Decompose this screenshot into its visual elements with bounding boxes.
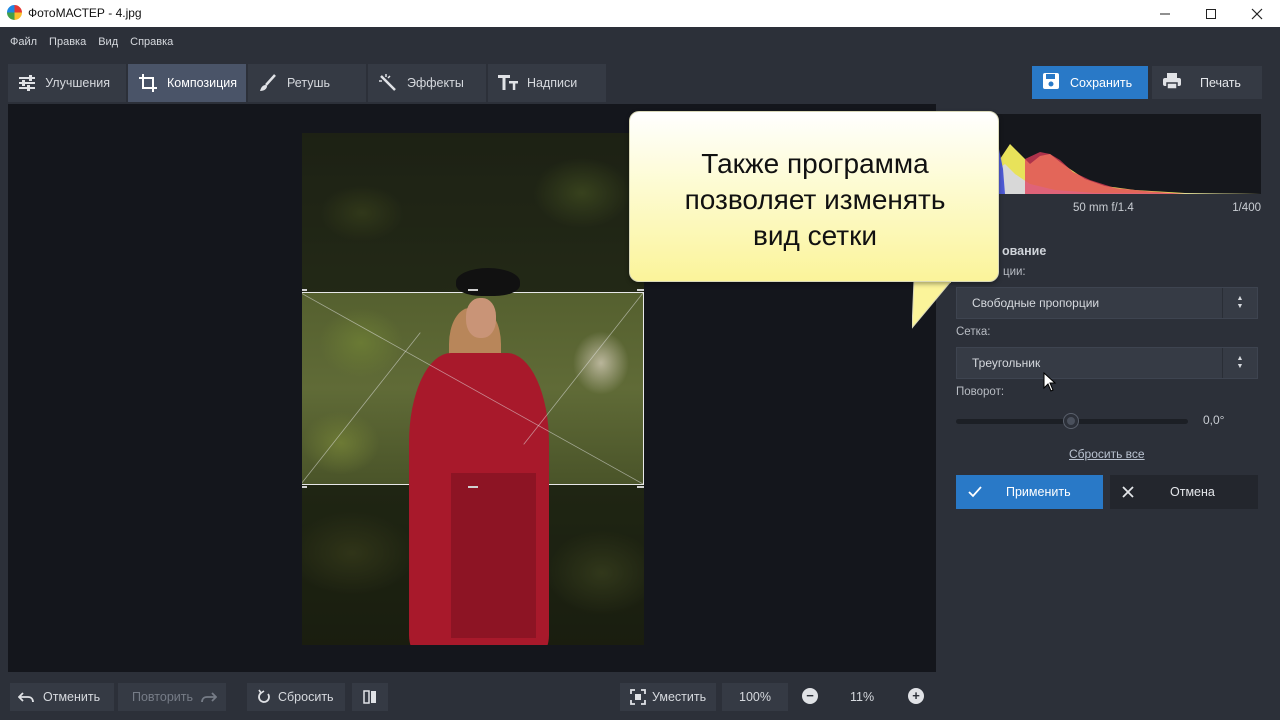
zoom-level: 11% <box>850 690 875 704</box>
proportions-value: Свободные пропорции <box>972 296 1100 310</box>
brush-icon <box>258 73 278 93</box>
tab-label: Ретушь <box>287 76 330 90</box>
minimize-icon <box>1160 13 1170 14</box>
mouse-cursor-icon <box>1043 372 1057 392</box>
crop-handle-top[interactable] <box>468 289 478 293</box>
select-arrows-icon: ▲ ▼ <box>1222 288 1257 318</box>
fit-screen-icon <box>630 689 646 705</box>
crop-handle-bottom-left[interactable] <box>302 478 307 488</box>
rotation-label: Поворот: <box>956 386 1005 398</box>
exif-shutter: 1/400 <box>1232 202 1261 214</box>
apply-button[interactable]: Применить <box>956 475 1103 509</box>
callout-line-2: позволяет изменять <box>684 184 946 215</box>
menu-file[interactable]: Файл <box>10 36 37 48</box>
tab-enhancements[interactable]: Улучшения <box>8 64 126 102</box>
print-label: Печать <box>1200 75 1241 90</box>
proportions-label: ции: <box>1003 266 1026 278</box>
callout-tail <box>912 280 953 329</box>
cancel-label: Отмена <box>1170 485 1215 499</box>
menu-view[interactable]: Вид <box>98 36 118 48</box>
tab-label: Надписи <box>527 76 578 90</box>
crop-handle-bottom-right[interactable] <box>637 478 644 488</box>
reset-label: Сбросить <box>278 690 334 704</box>
crop-handle-right[interactable] <box>643 384 644 394</box>
callout-text: Также программа позволяет изменять вид с… <box>630 146 1000 254</box>
rotation-value: 0,0° <box>1203 413 1225 427</box>
histogram-graph <box>995 144 1261 194</box>
save-label: Сохранить <box>1070 75 1133 90</box>
compare-button[interactable] <box>352 683 388 711</box>
redo-icon <box>201 692 218 703</box>
compare-icon <box>363 690 376 704</box>
reset-icon <box>258 689 270 703</box>
fit-label: Уместить <box>652 690 707 704</box>
title-bar: ФотоМАСТЕР - 4.jpg <box>0 0 1280 27</box>
rotation-slider-knob[interactable] <box>1064 414 1078 428</box>
menu-help[interactable]: Справка <box>130 36 173 48</box>
undo-label: Отменить <box>43 690 101 704</box>
photo-image <box>302 133 644 645</box>
main-tabs: Улучшения Композиция Ретушь Эффекты Надп… <box>8 64 608 102</box>
tab-label: Улучшения <box>45 76 110 90</box>
cancel-button[interactable]: Отмена <box>1110 475 1258 509</box>
zoom-in-icon[interactable]: + <box>908 688 924 704</box>
close-icon <box>1251 8 1263 19</box>
grid-value: Треугольник <box>972 356 1041 370</box>
callout-line-1: Также программа <box>701 148 929 179</box>
redo-label: Повторить <box>132 690 194 704</box>
crop-handle-top-right[interactable] <box>637 289 644 299</box>
tab-label: Эффекты <box>407 76 464 90</box>
crop-handle-top-left[interactable] <box>302 289 307 299</box>
redo-button[interactable]: Повторить <box>118 683 226 711</box>
minimize-button[interactable] <box>1142 0 1188 27</box>
crop-icon <box>138 73 158 93</box>
tutorial-callout: Также программа позволяет изменять вид с… <box>629 111 999 282</box>
tab-composition[interactable]: Композиция <box>128 64 246 102</box>
close-button[interactable] <box>1234 0 1280 27</box>
window-title: ФотоМАСТЕР - 4.jpg <box>28 6 142 20</box>
fit-button[interactable]: Уместить <box>620 683 716 711</box>
magic-wand-icon <box>378 73 398 93</box>
tab-label: Композиция <box>167 76 238 90</box>
triangle-grid-overlay <box>302 293 643 484</box>
photo-coat-shadow <box>451 473 536 638</box>
undo-icon <box>18 692 34 703</box>
printer-icon <box>1162 72 1182 93</box>
zoom-out-icon[interactable]: − <box>802 688 818 704</box>
tab-captions[interactable]: Надписи <box>488 64 606 102</box>
crop-handle-bottom[interactable] <box>468 484 478 488</box>
app-logo-icon <box>7 5 22 20</box>
crop-frame[interactable] <box>302 268 644 645</box>
sliders-icon <box>18 73 36 93</box>
tab-effects[interactable]: Эффекты <box>368 64 486 102</box>
text-icon <box>498 73 518 93</box>
save-icon <box>1042 72 1060 93</box>
proportions-select[interactable]: Свободные пропорции ▲ ▼ <box>956 287 1258 319</box>
photo-hat <box>456 268 520 296</box>
section-title-crop: ование <box>1002 244 1047 258</box>
grid-select[interactable]: Треугольник ▲ ▼ <box>956 347 1258 379</box>
select-arrows-icon: ▲ ▼ <box>1222 348 1257 378</box>
maximize-icon <box>1206 8 1216 19</box>
reset-button[interactable]: Сбросить <box>247 683 345 711</box>
save-button[interactable]: Сохранить <box>1032 66 1148 99</box>
x-icon <box>1122 486 1134 498</box>
print-button[interactable]: Печать <box>1152 66 1262 99</box>
zoom-100-label: 100% <box>739 690 771 704</box>
undo-button[interactable]: Отменить <box>10 683 114 711</box>
menu-bar: Файл Правка Вид Справка <box>0 27 1280 57</box>
zoom-100-button[interactable]: 100% <box>722 683 788 711</box>
check-icon <box>968 486 982 498</box>
menu-edit[interactable]: Правка <box>49 36 86 48</box>
exif-lens: 50 mm f/1.4 <box>1073 202 1134 214</box>
histogram <box>995 114 1261 194</box>
tab-retouch[interactable]: Ретушь <box>248 64 366 102</box>
reset-all-link[interactable]: Сбросить все <box>1069 447 1145 461</box>
maximize-button[interactable] <box>1188 0 1234 27</box>
apply-label: Применить <box>1006 485 1071 499</box>
callout-line-3: вид сетки <box>753 220 877 251</box>
exif-info: 50 mm f/1.4 1/400 <box>1003 202 1261 218</box>
